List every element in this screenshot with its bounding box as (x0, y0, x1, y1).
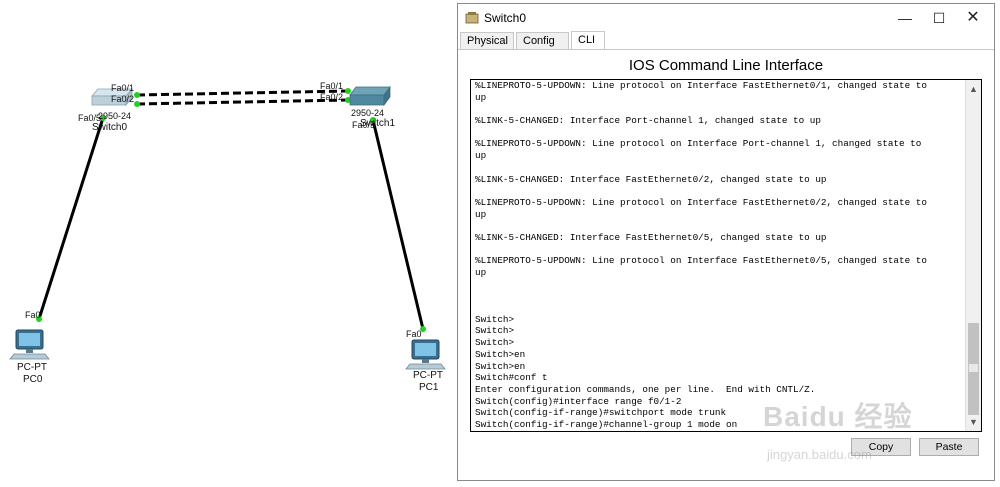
tab-config[interactable]: Config (516, 32, 569, 49)
window-title: Switch0 (484, 11, 527, 25)
pc1-icon[interactable] (405, 339, 446, 370)
cli-line (475, 127, 959, 139)
cli-line: %LINEPROTO-5-UPDOWN: Line protocol on In… (475, 255, 927, 267)
cli-line (475, 162, 959, 174)
pc1-name-label: PC1 (419, 382, 439, 393)
cli-line: Switch> (475, 325, 515, 337)
pc1-port-label: Fa0 (406, 329, 422, 339)
cli-line (475, 244, 959, 256)
scroll-up-arrow-icon[interactable]: ▲ (966, 82, 981, 96)
cli-line: Switch>en (475, 360, 526, 372)
switch1-model-label: 2950-24 (351, 108, 384, 118)
cli-line (475, 279, 959, 291)
cli-line (475, 103, 959, 115)
port-up-indicator (134, 92, 140, 98)
switch0-model-label: 2950-24 (98, 111, 131, 121)
cli-line (475, 290, 959, 302)
cli-line: %LINEPROTO-5-UPDOWN: Line protocol on In… (475, 196, 927, 208)
port-up-indicator (345, 88, 351, 94)
watermark-brand: Baidu 经验 (763, 401, 913, 432)
baidu-watermark: Baidu 经验 jingyan.baidu.com (763, 395, 963, 475)
pc0-name-label: PC0 (23, 374, 43, 385)
cli-line: Switch> (475, 313, 515, 325)
cli-line: %LINK-5-CHANGED: Interface Port-channel … (475, 115, 821, 127)
cli-line: up (475, 208, 487, 220)
tab-divider (458, 49, 994, 50)
watermark-url: jingyan.baidu.com (767, 447, 872, 462)
tab-cli[interactable]: CLI (571, 31, 605, 50)
cli-line: up (475, 91, 487, 103)
link-fa01[interactable] (136, 89, 349, 97)
cli-output[interactable]: %LINEPROTO-5-UPDOWN: Line protocol on In… (475, 80, 959, 431)
cli-line: up (475, 267, 487, 278)
cisco-app-icon (465, 12, 479, 24)
link-switch1-pc1[interactable] (371, 119, 425, 330)
cli-heading: IOS Command Line Interface (628, 57, 824, 74)
switch1-name-label: Switch1 (360, 118, 395, 129)
cli-line: Switch> (475, 337, 515, 349)
cli-scrollbar[interactable]: ▲ ▼ (965, 80, 981, 431)
cli-line: Switch>en (475, 348, 526, 360)
maximize-button[interactable]: ☐ (924, 8, 954, 28)
pc0-type-label: PC-PT (17, 362, 47, 373)
switch1-port-fa01-label: Fa0/1 (320, 81, 343, 91)
cli-line: %LINK-5-CHANGED: Interface FastEthernet0… (475, 173, 827, 185)
pc0-port-label: Fa0 (25, 310, 41, 320)
switch0-name-label: Switch0 (92, 122, 127, 133)
cli-line: %LINEPROTO-5-UPDOWN: Line protocol on In… (475, 138, 922, 150)
switch0-port-fa01-label: Fa0/1 (111, 83, 134, 93)
cli-line: %LINK-5-CHANGED: Interface FastEthernet0… (475, 231, 827, 243)
cli-line: up (475, 150, 487, 162)
scroll-down-arrow-icon[interactable]: ▼ (966, 415, 981, 429)
topology-canvas[interactable]: Fa0/1 Fa0/2 2950-24 Fa0/5 Switch0 Fa0/1 … (0, 0, 456, 487)
link-fa02[interactable] (136, 98, 349, 106)
switch0-port-fa02-label: Fa0/2 (111, 94, 134, 104)
cli-line (475, 302, 959, 314)
cli-line: %LINEPROTO-5-UPDOWN: Line protocol on In… (475, 80, 927, 91)
pc1-type-label: PC-PT (413, 370, 443, 381)
minimize-button[interactable]: — (890, 8, 920, 28)
scroll-thumb[interactable] (968, 323, 979, 415)
cli-line (475, 185, 959, 197)
cli-line: Enter configuration commands, one per li… (475, 383, 816, 395)
link-switch0-pc0[interactable] (37, 117, 105, 320)
scroll-grip (969, 364, 978, 372)
close-button[interactable]: ✕ (958, 8, 988, 28)
switch1-icon[interactable] (349, 85, 391, 107)
cli-console[interactable]: %LINEPROTO-5-UPDOWN: Line protocol on In… (470, 79, 982, 432)
port-up-indicator (134, 101, 140, 107)
pc0-icon[interactable] (9, 329, 50, 360)
cli-line: Switch#conf t (475, 372, 548, 384)
title-bar[interactable]: Switch0 — ☐ ✕ (458, 4, 994, 32)
tab-physical[interactable]: Physical (460, 32, 514, 49)
switch1-port-fa02-label: Fa0/2 (320, 92, 343, 102)
cli-line (475, 220, 959, 232)
